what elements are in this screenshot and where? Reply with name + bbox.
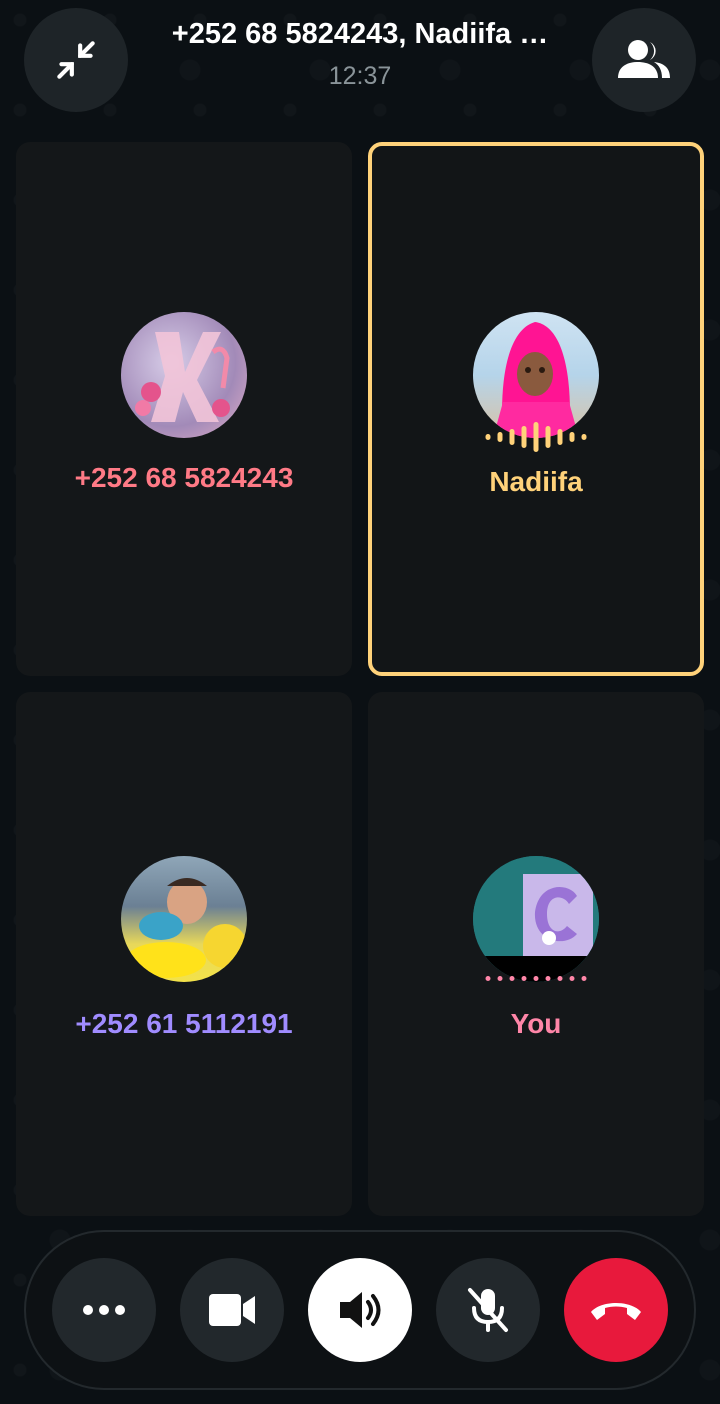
avatar [121, 312, 247, 438]
minimize-arrows-icon [57, 41, 95, 79]
avatar [473, 856, 599, 982]
microphone-off-icon [468, 1288, 508, 1332]
avatar [121, 856, 247, 982]
end-call-icon [591, 1303, 641, 1320]
participant-name: +252 68 5824243 [74, 462, 294, 493]
participant-name: Nadiifa [489, 466, 583, 497]
more-options-button[interactable] [52, 1258, 156, 1362]
people-icon [618, 40, 670, 78]
call-duration: 12:37 [328, 62, 392, 90]
speaking-indicator [485, 420, 587, 454]
participant-tile[interactable]: +252 61 5112191 [16, 692, 352, 1216]
more-horizontal-icon [83, 1305, 125, 1315]
minimize-call-button[interactable] [24, 8, 128, 112]
participant-tile[interactable]: +252 68 5824243 [16, 142, 352, 676]
audio-level-indicator [485, 976, 587, 981]
participant-name: +252 61 5112191 [75, 1008, 293, 1039]
end-call-button[interactable] [564, 1258, 668, 1362]
call-title: +252 68 5824243, Nadiifa … [171, 18, 549, 50]
participant-tile-active-speaker[interactable]: Nadiifa [368, 142, 704, 676]
mute-button[interactable] [436, 1258, 540, 1362]
speaker-icon [340, 1292, 381, 1328]
participant-name: You [510, 1008, 562, 1039]
video-camera-icon [209, 1294, 255, 1326]
self-tile[interactable]: You [368, 692, 704, 1216]
participants-button[interactable] [592, 8, 696, 112]
video-button[interactable] [180, 1258, 284, 1362]
speaker-button[interactable] [308, 1258, 412, 1362]
